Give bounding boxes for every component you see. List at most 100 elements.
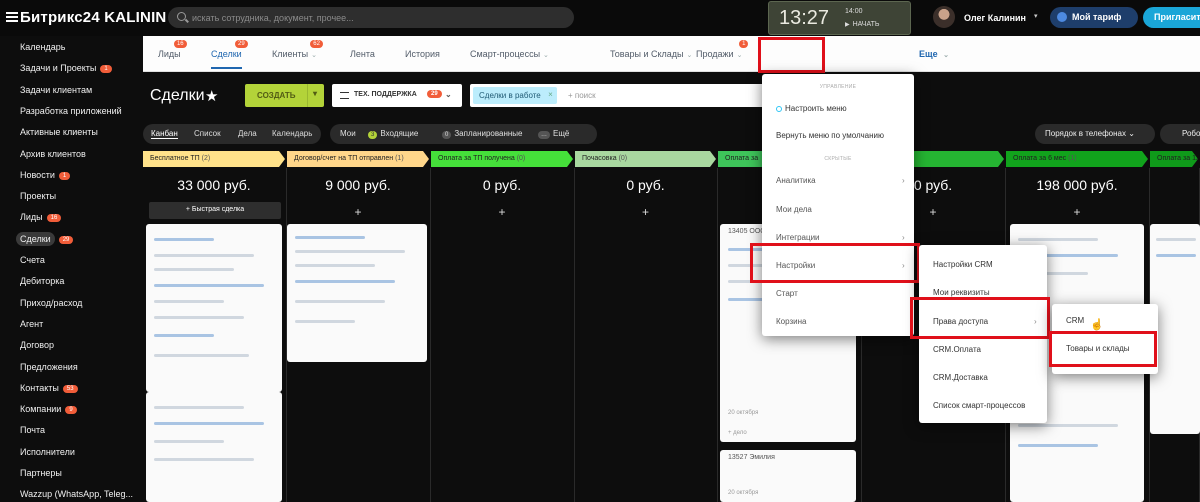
view-tab[interactable]: Календарь bbox=[272, 129, 312, 138]
robots-button[interactable]: Робо bbox=[1160, 124, 1200, 144]
start-day-button[interactable]: НАЧАТЬ bbox=[845, 21, 880, 28]
crm-tab-label: Сделки bbox=[211, 49, 242, 59]
user-name[interactable]: Олег Калинин bbox=[964, 13, 1026, 23]
sidebar-item[interactable]: Разработка приложений bbox=[20, 106, 122, 120]
add-deal-icon[interactable]: + bbox=[1006, 205, 1148, 219]
menu-item-requisites[interactable]: Мои реквизиты bbox=[933, 288, 990, 297]
menu-item-smart-processes[interactable]: Список смарт-процессов bbox=[933, 401, 1025, 410]
configure-menu-item[interactable]: Настроить меню bbox=[776, 104, 847, 113]
sidebar-item[interactable]: Проекты bbox=[20, 191, 56, 205]
pipeline-selector[interactable]: ТЕХ. ПОДДЕРЖКА 29 ⌄ bbox=[332, 84, 462, 107]
sidebar-item[interactable]: Лиды 16 bbox=[20, 212, 62, 226]
planned-counter[interactable]: 0 Запланированные bbox=[442, 129, 523, 139]
menu-icon[interactable] bbox=[6, 12, 18, 22]
tab-more[interactable]: Еще ⌄ bbox=[919, 49, 949, 59]
chevron-down-icon[interactable]: ▾ bbox=[1034, 12, 1038, 20]
menu-item-analytics[interactable]: Аналитика bbox=[776, 176, 816, 185]
deal-card[interactable] bbox=[287, 224, 427, 362]
sidebar-item[interactable]: Новости 1 bbox=[20, 170, 71, 184]
crm-tab-label: Лиды bbox=[158, 49, 181, 59]
deal-card[interactable] bbox=[146, 224, 282, 392]
crm-tab[interactable]: Лента bbox=[350, 49, 375, 59]
crm-tab[interactable]: Смарт-процессы ⌄ bbox=[470, 49, 549, 59]
menu-item-integrations[interactable]: Интеграции bbox=[776, 233, 820, 242]
sidebar-item[interactable]: Календарь bbox=[20, 42, 65, 56]
stage-header[interactable]: Оплата за 12 bbox=[1150, 151, 1198, 167]
sidebar-item[interactable]: Архив клиентов bbox=[20, 149, 86, 163]
add-deal-icon[interactable]: + bbox=[575, 205, 716, 219]
star-icon[interactable]: ★ bbox=[205, 87, 218, 105]
sidebar-item[interactable]: Wazzup (WhatsApp, Teleg... bbox=[20, 489, 133, 502]
menu-item-start[interactable]: Старт bbox=[776, 289, 798, 298]
sidebar-item[interactable]: Дебиторка bbox=[20, 276, 64, 290]
create-button[interactable]: СОЗДАТЬ bbox=[245, 84, 324, 107]
search-input[interactable] bbox=[192, 10, 562, 25]
portal-title[interactable]: Битрикс24 KALININ bbox=[20, 9, 166, 26]
deal-card[interactable] bbox=[146, 392, 282, 502]
sidebar-item[interactable]: Партнеры bbox=[20, 468, 62, 482]
view-tab[interactable]: Дела bbox=[238, 129, 257, 138]
invite-button[interactable]: Пригласить bbox=[1143, 7, 1200, 28]
global-search[interactable] bbox=[168, 7, 574, 28]
menu-item-crm-settings[interactable]: Настройки CRM bbox=[933, 260, 993, 269]
stage-header[interactable]: Оплата за ТП получена (0) bbox=[431, 151, 573, 167]
crm-tab[interactable]: Товары и Склады ⌄ bbox=[610, 49, 692, 59]
sidebar-item[interactable]: Сделки 29 bbox=[16, 231, 74, 248]
sidebar-item-label: Архив клиентов bbox=[20, 148, 86, 159]
sidebar-item[interactable]: Приход/расход bbox=[20, 298, 82, 312]
crm-tab[interactable]: Сделки 29 bbox=[211, 40, 248, 69]
menu-item-access-crm[interactable]: CRM bbox=[1066, 316, 1084, 325]
chevron-right-icon: › bbox=[902, 233, 905, 242]
crm-tab[interactable]: Лиды 16 bbox=[158, 40, 187, 59]
incoming-counter[interactable]: 3 Входящие bbox=[368, 129, 418, 139]
sidebar-item[interactable]: Счета bbox=[20, 255, 45, 269]
menu-item-crm-delivery[interactable]: CRM.Доставка bbox=[933, 373, 988, 382]
more-dots-icon: … bbox=[538, 131, 550, 139]
sidebar-item[interactable]: Компании 9 bbox=[20, 404, 77, 418]
add-activity-link[interactable]: + дело bbox=[728, 430, 747, 436]
sidebar-item[interactable]: Агент bbox=[20, 319, 43, 333]
sidebar-item[interactable]: Контакты 53 bbox=[20, 383, 78, 397]
search-icon bbox=[177, 12, 186, 21]
close-icon[interactable]: × bbox=[548, 90, 553, 99]
filter-input[interactable] bbox=[568, 89, 718, 102]
crm-tab[interactable]: История bbox=[405, 49, 440, 59]
menu-item-my-activities[interactable]: Мои дела bbox=[776, 205, 812, 214]
tariff-button[interactable]: Мой тариф bbox=[1050, 7, 1138, 28]
sidebar-item[interactable]: Задачи и Проекты 1 bbox=[20, 63, 112, 77]
stage-header[interactable]: Бесплатное ТП (2) bbox=[143, 151, 285, 167]
stage-header[interactable]: Почасовка (0) bbox=[575, 151, 716, 167]
reset-menu-item[interactable]: Вернуть меню по умолчанию bbox=[776, 131, 884, 140]
avatar[interactable] bbox=[933, 6, 955, 28]
sidebar-item[interactable]: Задачи клиентам bbox=[20, 85, 92, 99]
create-dropdown[interactable] bbox=[307, 84, 324, 107]
work-day-widget[interactable]: 13:27 14:00 НАЧАТЬ bbox=[768, 1, 911, 35]
add-deal-icon[interactable]: + bbox=[287, 205, 429, 219]
stage-header[interactable]: Оплата за 6 мес (1) bbox=[1006, 151, 1148, 167]
crm-tab[interactable]: Клиенты ⌄ 62 bbox=[272, 40, 323, 59]
add-deal-icon[interactable]: + bbox=[431, 205, 573, 219]
sidebar-item[interactable]: Договор bbox=[20, 340, 54, 354]
filter-chip[interactable]: Сделки в работе × bbox=[473, 87, 557, 104]
sidebar-item[interactable]: Предложения bbox=[20, 362, 78, 376]
sidebar-item[interactable]: Активные клиенты bbox=[20, 127, 98, 141]
pipeline-label: ТЕХ. ПОДДЕРЖКА bbox=[354, 91, 417, 98]
configure-menu-label: Настроить меню bbox=[785, 104, 847, 113]
crm-tab[interactable]: Продажи ⌄ 1 bbox=[696, 40, 749, 59]
planned-label: Запланированные bbox=[454, 129, 523, 138]
sort-order-button[interactable]: Порядок в телефонах ⌄ bbox=[1035, 124, 1155, 144]
stage-header[interactable]: Договор/счет на ТП отправлен (1) bbox=[287, 151, 429, 167]
quick-deal-button[interactable]: + Быстрая сделка bbox=[149, 202, 281, 219]
view-tab[interactable]: Список bbox=[194, 129, 221, 138]
filter-search[interactable]: Сделки в работе × bbox=[470, 84, 770, 107]
view-tab[interactable]: Канбан bbox=[151, 129, 178, 139]
menu-item-trash[interactable]: Корзина bbox=[776, 317, 806, 326]
deal-card[interactable]: 13527 Эмилия 20 октября bbox=[720, 450, 856, 502]
sidebar-item[interactable]: Почта bbox=[20, 425, 45, 439]
crm-tab-label: Смарт-процессы bbox=[470, 49, 541, 59]
menu-item-crm-payment[interactable]: CRM.Оплата bbox=[933, 345, 981, 354]
sidebar-item[interactable]: Исполнители bbox=[20, 447, 75, 461]
more-counters[interactable]: … Ещё bbox=[538, 129, 569, 139]
sidebar-item-label: Активные клиенты bbox=[20, 127, 98, 138]
my-filter[interactable]: Мои bbox=[340, 129, 356, 138]
